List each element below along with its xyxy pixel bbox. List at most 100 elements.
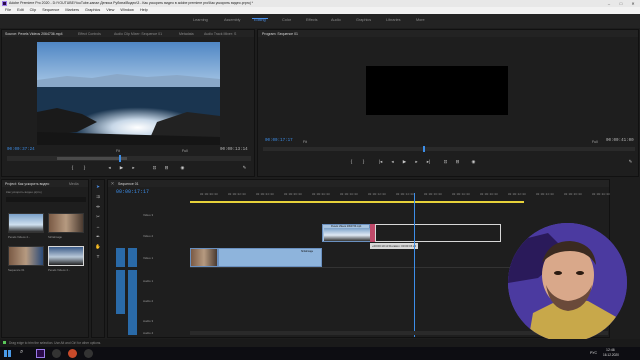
workspace-libraries[interactable]: Libraries bbox=[386, 18, 401, 22]
track-target-v1-b[interactable] bbox=[128, 248, 137, 267]
tab-source[interactable]: Source: Pexels Videos 2064736.mp4 bbox=[5, 32, 63, 36]
lift-icon[interactable]: ⊡ bbox=[443, 159, 448, 164]
mark-in-icon[interactable]: { bbox=[349, 159, 354, 164]
menu-view[interactable]: View bbox=[103, 7, 117, 14]
workspace-audio[interactable]: Audio bbox=[331, 18, 341, 22]
ripple-edit-tool-icon[interactable]: ⇹ bbox=[95, 204, 101, 210]
play-icon[interactable]: ▶ bbox=[402, 159, 407, 164]
program-quality-select[interactable]: Full bbox=[592, 140, 598, 144]
project-search-input[interactable] bbox=[6, 197, 86, 202]
close-tab-icon[interactable]: ✕ bbox=[110, 181, 115, 186]
tab-media[interactable]: Media bbox=[69, 182, 79, 186]
menu-sequence[interactable]: Sequence bbox=[39, 7, 62, 14]
workspace-more[interactable]: More bbox=[416, 18, 425, 22]
premiere-taskbar-icon[interactable] bbox=[36, 349, 45, 358]
close-button[interactable]: ✕ bbox=[627, 0, 639, 7]
clip-v1-image[interactable] bbox=[190, 248, 218, 267]
taskbar-app-icon[interactable] bbox=[68, 349, 77, 358]
project-thumb-3[interactable] bbox=[8, 246, 44, 266]
workspace-learning[interactable]: Learning bbox=[193, 18, 208, 22]
work-area-bar[interactable] bbox=[190, 201, 524, 203]
tools-panel: ➤ ⇉ ⇹ ✂ ↔ ✒ ✋ T bbox=[91, 179, 105, 338]
clip-v1[interactable]: SiritaImage bbox=[218, 248, 322, 267]
source-fit-select[interactable]: Fit bbox=[116, 149, 120, 153]
tab-sequence[interactable]: Sequence 01 bbox=[118, 182, 139, 186]
timeline-playhead[interactable] bbox=[414, 193, 415, 337]
taskbar-app-icon[interactable] bbox=[52, 349, 61, 358]
track-target-v1[interactable] bbox=[116, 248, 125, 267]
program-video-frame[interactable] bbox=[366, 66, 508, 115]
play-icon[interactable]: ▶ bbox=[119, 165, 124, 170]
mark-out-icon[interactable]: } bbox=[82, 165, 87, 170]
extract-icon[interactable]: ⊟ bbox=[455, 159, 460, 164]
tab-audio-track-mixer[interactable]: Audio Track Mixer: S bbox=[204, 32, 236, 36]
trim-tooltip: +00:00:10:13 Duration: 00:00:15:24 bbox=[370, 243, 419, 249]
selection-tool-icon[interactable]: ➤ bbox=[95, 184, 101, 190]
menu-markers[interactable]: Markers bbox=[62, 7, 82, 14]
maximize-button[interactable]: □ bbox=[615, 0, 627, 7]
clip-v2[interactable]: Pexels Videos 2064736.mp4 bbox=[322, 224, 370, 242]
type-tool-icon[interactable]: T bbox=[95, 254, 101, 260]
timeline-timecode[interactable]: 00:00:17:17 bbox=[116, 189, 149, 195]
clip-v2-trim-outline[interactable] bbox=[375, 224, 501, 242]
mark-out-icon[interactable]: } bbox=[361, 159, 366, 164]
minimize-button[interactable]: – bbox=[603, 0, 615, 7]
wrench-icon[interactable]: ✎ bbox=[242, 165, 247, 170]
source-timecode[interactable]: 00:00:37:24 bbox=[7, 148, 35, 152]
project-thumb-1[interactable] bbox=[8, 213, 44, 233]
insert-icon[interactable]: ⊡ bbox=[152, 165, 157, 170]
export-frame-icon[interactable]: ◉ bbox=[471, 159, 476, 164]
hand-tool-icon[interactable]: ✋ bbox=[95, 244, 101, 250]
tab-metadata[interactable]: Metadata bbox=[179, 32, 194, 36]
source-playhead[interactable] bbox=[119, 155, 121, 162]
windows-start-icon[interactable] bbox=[4, 350, 11, 357]
step-forward-icon[interactable]: ▸ bbox=[131, 165, 136, 170]
workspace-assembly[interactable]: Assembly bbox=[224, 18, 240, 22]
menu-graphics[interactable]: Graphics bbox=[82, 7, 103, 14]
tab-project[interactable]: Project: Как ускорить видео bbox=[5, 182, 49, 186]
menu-edit[interactable]: Edit bbox=[14, 7, 27, 14]
track-target-a1[interactable] bbox=[116, 270, 125, 314]
workspace-graphics[interactable]: Graphics bbox=[356, 18, 371, 22]
track-target-a1-b[interactable] bbox=[128, 270, 137, 335]
tab-audio-clip-mixer[interactable]: Audio Clip Mixer: Sequence 01 bbox=[114, 32, 162, 36]
ruler-tick-label: 00:00:22:00 bbox=[508, 193, 526, 196]
pen-tool-icon[interactable]: ✒ bbox=[95, 234, 101, 240]
project-thumb-4[interactable] bbox=[48, 246, 84, 266]
go-to-in-icon[interactable]: |◂ bbox=[378, 159, 383, 164]
taskbar-app-icon[interactable] bbox=[84, 349, 93, 358]
track-select-tool-icon[interactable]: ⇉ bbox=[95, 194, 101, 200]
menu-clip[interactable]: Clip bbox=[27, 7, 40, 14]
workspace-color[interactable]: Color bbox=[282, 18, 291, 22]
export-frame-icon[interactable]: ◉ bbox=[180, 165, 185, 170]
razor-tool-icon[interactable]: ✂ bbox=[95, 214, 101, 220]
project-thumb-2[interactable] bbox=[48, 213, 84, 233]
workspace-effects[interactable]: Effects bbox=[306, 18, 318, 22]
tab-effect-controls[interactable]: Effect Controls bbox=[78, 32, 101, 36]
slip-tool-icon[interactable]: ↔ bbox=[95, 224, 101, 230]
timeline-ruler[interactable]: 00:00:00:00 00:00:02:00 00:00:04:00 00:00:0… bbox=[190, 193, 610, 203]
overwrite-icon[interactable]: ⊟ bbox=[164, 165, 169, 170]
program-timecode[interactable]: 00:00:17:17 bbox=[265, 139, 293, 143]
mark-in-icon[interactable]: { bbox=[70, 165, 75, 170]
tab-program[interactable]: Program: Sequence 01 bbox=[262, 32, 298, 36]
program-fit-select[interactable]: Fit bbox=[303, 140, 307, 144]
menu-file[interactable]: File bbox=[2, 7, 14, 14]
source-video-frame[interactable] bbox=[37, 42, 220, 145]
program-panel: Program: Sequence 01 00:00:17:17 Fit Ful… bbox=[257, 29, 639, 177]
search-icon[interactable]: ⌕ bbox=[20, 349, 23, 356]
source-quality-select[interactable]: Full bbox=[182, 149, 188, 153]
program-playhead[interactable] bbox=[423, 146, 425, 152]
step-back-icon[interactable]: ◂ bbox=[390, 159, 395, 164]
clock-time[interactable]: 12:46 bbox=[606, 348, 615, 352]
menu-help[interactable]: Help bbox=[137, 7, 151, 14]
keyboard-language[interactable]: РУС bbox=[590, 351, 597, 355]
step-forward-icon[interactable]: ▸ bbox=[414, 159, 419, 164]
go-to-out-icon[interactable]: ▸| bbox=[426, 159, 431, 164]
menu-window[interactable]: Window bbox=[117, 7, 137, 14]
step-back-icon[interactable]: ◂ bbox=[107, 165, 112, 170]
wrench-icon[interactable]: ✎ bbox=[628, 159, 633, 164]
source-scrub-bar[interactable] bbox=[7, 155, 251, 162]
clock-date[interactable]: 16.12.2020 bbox=[603, 353, 619, 357]
program-scrub-bar[interactable] bbox=[263, 146, 635, 152]
